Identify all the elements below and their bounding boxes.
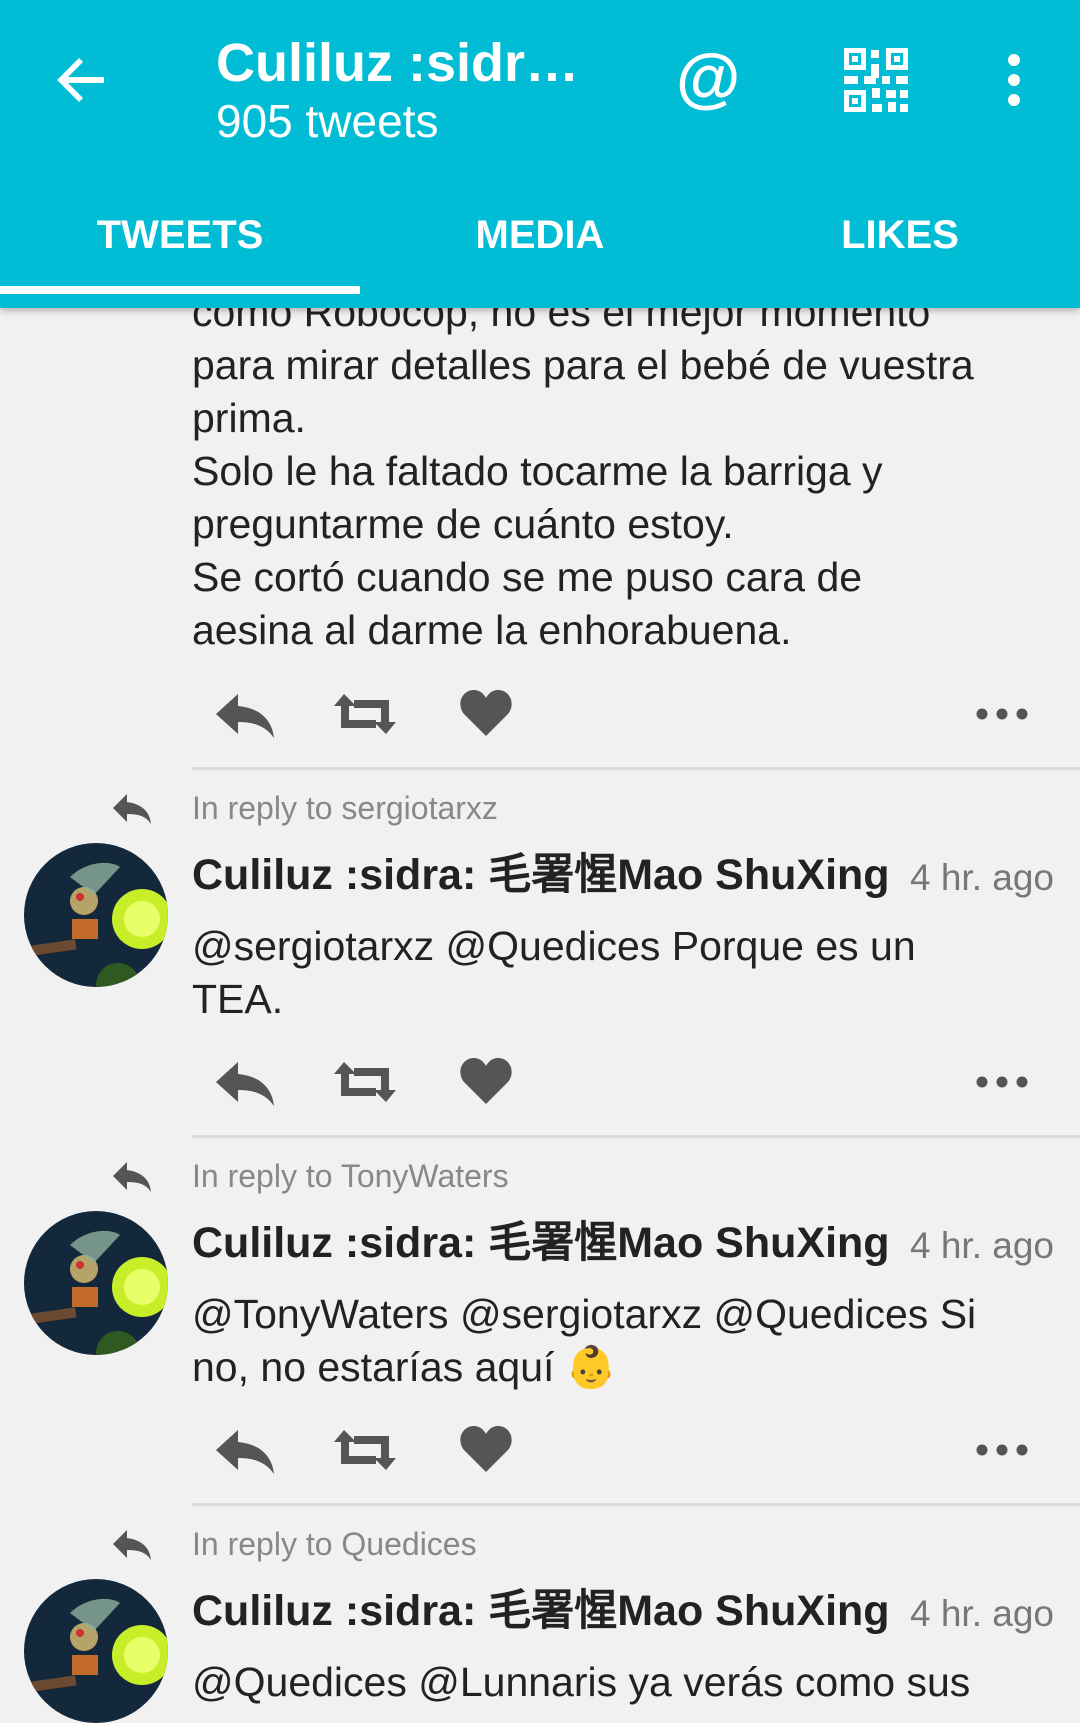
like-heart-icon[interactable]	[458, 1052, 514, 1112]
tweet-divider	[192, 1135, 1080, 1138]
tweet-timestamp: 4 hr. ago	[909, 1593, 1054, 1634]
tweet-timestamp: 4 hr. ago	[909, 857, 1054, 898]
tweet-count: 905 tweets	[216, 95, 439, 147]
tweet-actions	[212, 684, 1032, 744]
tweet-text: @Quedices @Lunnaris ya verás como sus	[192, 1659, 971, 1705]
retweet-icon[interactable]	[332, 1052, 398, 1112]
reply-to-label: In reply to TonyWaters	[192, 1158, 509, 1194]
retweet-icon[interactable]	[332, 684, 398, 744]
app-bar: Culiluz :sidra: 毛署惺Mao ShuXing 905 tweet…	[0, 0, 1080, 308]
mention-at-icon[interactable]: @	[676, 42, 740, 112]
reply-icon[interactable]	[212, 1052, 278, 1112]
more-options-icon[interactable]	[976, 684, 1028, 744]
tweet-divider	[192, 767, 1080, 770]
reply-icon[interactable]	[212, 684, 278, 744]
tweet-author[interactable]: Culiluz :sidra: 毛署惺Mao ShuXing	[192, 1584, 890, 1638]
tweet-actions	[212, 1052, 1032, 1112]
tab-media[interactable]: MEDIA	[360, 190, 720, 308]
like-heart-icon[interactable]	[458, 684, 514, 744]
tweet-text: @sergiotarxz @Quedices Porque es un TEA.	[192, 923, 916, 1022]
tweet-author[interactable]: Culiluz :sidra: 毛署惺Mao ShuXing	[192, 1216, 890, 1270]
like-heart-icon[interactable]	[458, 1420, 514, 1480]
reply-arrow-icon	[113, 1530, 151, 1560]
tab-tweets[interactable]: TWEETS	[0, 190, 360, 308]
reply-arrow-icon	[113, 1162, 151, 1192]
back-arrow-icon[interactable]	[54, 52, 110, 108]
reply-to-label: In reply to sergiotarxz	[192, 790, 498, 826]
profile-title: Culiluz :sidra: 毛署惺Mao ShuXing	[216, 33, 586, 93]
qr-code-icon[interactable]	[844, 48, 908, 112]
avatar[interactable]	[24, 1211, 168, 1355]
reply-icon[interactable]	[212, 1420, 278, 1480]
retweet-icon[interactable]	[332, 1420, 398, 1480]
avatar[interactable]	[24, 843, 168, 987]
tab-likes[interactable]: LIKES	[720, 190, 1080, 308]
tweet-text: @TonyWaters @sergiotarxz @Quedices Si no…	[192, 1291, 977, 1390]
tweet-divider	[192, 1503, 1080, 1506]
tweet-timestamp: 4 hr. ago	[909, 1225, 1054, 1266]
tweet-actions	[212, 1420, 1032, 1480]
more-options-icon[interactable]	[976, 1420, 1028, 1480]
tweet-author[interactable]: Culiluz :sidra: 毛署惺Mao ShuXing	[192, 848, 890, 902]
reply-arrow-icon	[113, 794, 151, 824]
reply-to-label: In reply to Quedices	[192, 1526, 477, 1562]
tweet-text: como Robocop, no es el mejor momento par…	[192, 289, 974, 653]
avatar[interactable]	[24, 1579, 168, 1723]
more-options-icon[interactable]	[976, 1052, 1028, 1112]
overflow-menu-icon[interactable]	[1000, 52, 1028, 108]
profile-tabs: TWEETS MEDIA LIKES	[0, 190, 1080, 308]
